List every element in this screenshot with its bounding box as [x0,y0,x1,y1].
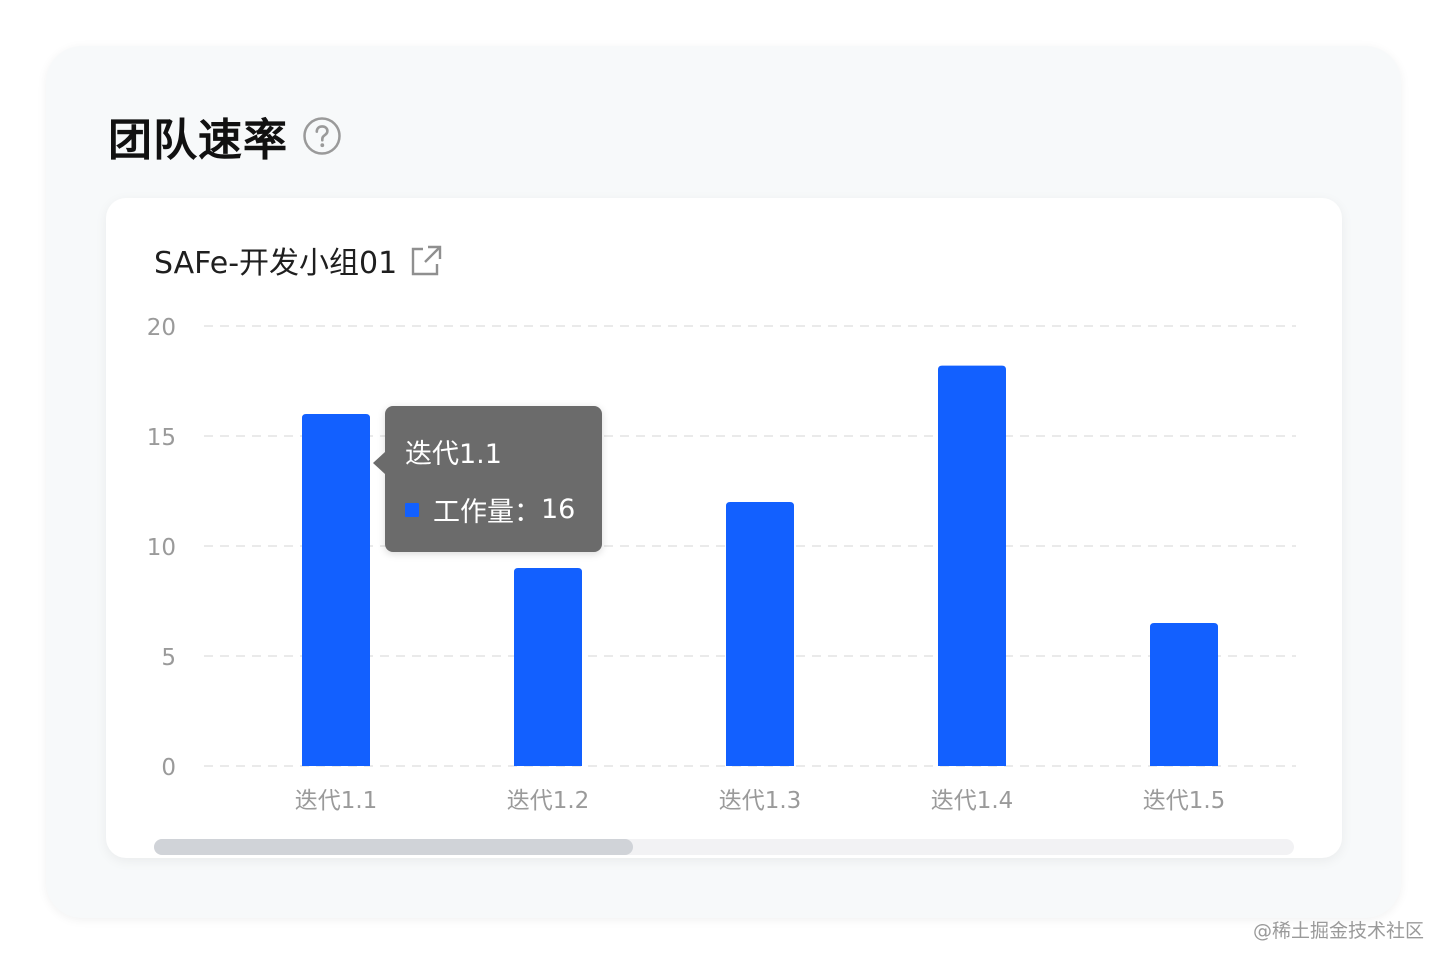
panel-title: 团队速率 [108,115,288,166]
bar-1 [302,414,370,766]
watermark: @稀土掘金技术社区 [1252,920,1424,942]
bar-4 [938,365,1006,766]
y-tick-label: 15 [147,425,176,451]
chart-card: SAFe-开发小组01 0 5 10 15 20 迭代1.1 迭代1.2 迭代1.3 迭代1.4… [106,198,1342,858]
tooltip-arrow [373,452,385,474]
x-tick-label: 迭代1.2 [507,788,590,814]
bar-3 [726,502,794,766]
tooltip-series-label: 工作量 [433,497,514,528]
scrollbar-thumb[interactable] [154,839,633,855]
x-tick-label: 迭代1.1 [295,788,378,814]
y-tick-label: 0 [161,755,176,781]
x-tick-label: 迭代1.5 [1143,788,1226,814]
tooltip-separator: ： [514,497,541,528]
bar-tooltip: 迭代1.1 工作量 ： 16 [373,406,602,552]
x-tick-label: 迭代1.3 [719,788,802,814]
x-tick-label: 迭代1.4 [931,788,1014,814]
horizontal-scrollbar[interactable] [154,839,1294,855]
tooltip-row: 工作量 ： 16 [405,490,575,529]
tooltip-value: 16 [541,494,576,525]
y-tick-label: 20 [147,315,176,341]
series-swatch [405,502,419,517]
bar-5 [1150,623,1218,766]
panel-header: 团队速率 [108,108,342,166]
tooltip-title: 迭代1.1 [405,439,502,470]
velocity-bar-chart: 0 5 10 15 20 迭代1.1 迭代1.2 迭代1.3 迭代1.4 迭代1.5 [147,315,1296,814]
bar-2 [514,568,582,766]
y-tick-label: 10 [147,535,176,561]
question-circle-icon[interactable] [302,116,342,156]
y-tick-label: 5 [161,645,176,671]
